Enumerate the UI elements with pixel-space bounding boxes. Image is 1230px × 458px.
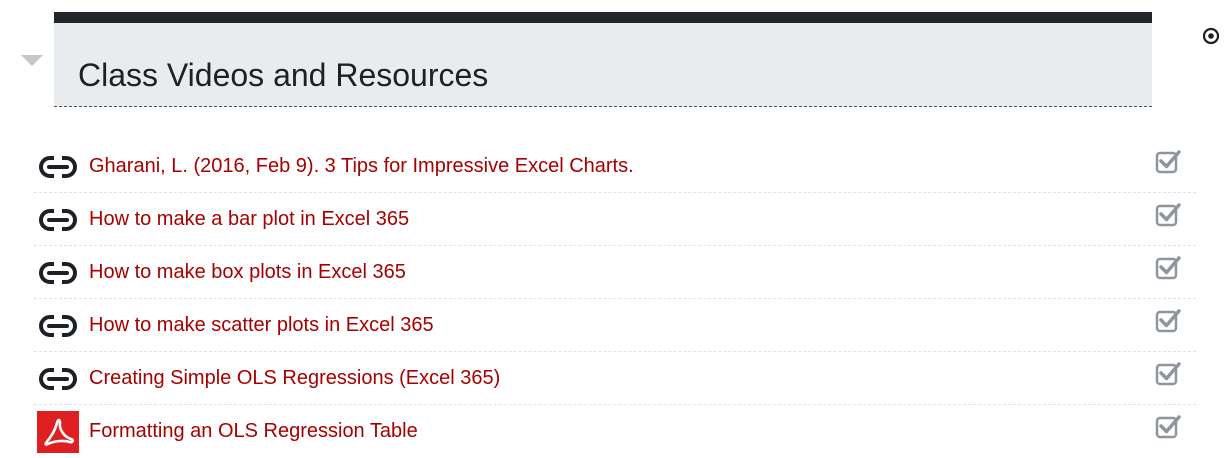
activity-link[interactable]: Formatting an OLS Regression Table <box>89 419 418 443</box>
completion-check-icon[interactable] <box>1154 147 1182 175</box>
link-icon <box>39 155 77 179</box>
completion-check-icon[interactable] <box>1154 200 1182 228</box>
pdf-icon <box>37 411 79 453</box>
activity-item: How to make box plots in Excel 365 <box>34 246 1196 299</box>
activity-item: How to make scatter plots in Excel 365 <box>34 299 1196 352</box>
target-icon[interactable] <box>1202 27 1220 45</box>
completion-check-icon[interactable] <box>1154 253 1182 281</box>
activity-link[interactable]: Creating Simple OLS Regressions (Excel 3… <box>89 366 500 390</box>
activity-item: Gharani, L. (2016, Feb 9). 3 Tips for Im… <box>34 140 1196 193</box>
completion-check-icon[interactable] <box>1154 306 1182 334</box>
activity-link[interactable]: Gharani, L. (2016, Feb 9). 3 Tips for Im… <box>89 154 634 178</box>
link-icon <box>39 261 77 285</box>
activity-item: Formatting an OLS Regression Table <box>34 405 1196 458</box>
completion-check-icon[interactable] <box>1154 359 1182 387</box>
link-icon <box>39 367 77 391</box>
activity-item: How to make a bar plot in Excel 365 <box>34 193 1196 246</box>
section-title: Class Videos and Resources <box>78 57 489 93</box>
collapse-toggle-icon[interactable] <box>21 55 43 66</box>
section-header: Class Videos and Resources <box>54 12 1152 107</box>
activity-link[interactable]: How to make a bar plot in Excel 365 <box>89 207 409 231</box>
activity-item: Creating Simple OLS Regressions (Excel 3… <box>34 352 1196 405</box>
activity-list: Gharani, L. (2016, Feb 9). 3 Tips for Im… <box>34 140 1196 458</box>
activity-link[interactable]: How to make scatter plots in Excel 365 <box>89 313 434 337</box>
completion-check-icon[interactable] <box>1154 412 1182 440</box>
activity-link[interactable]: How to make box plots in Excel 365 <box>89 260 406 284</box>
link-icon <box>39 314 77 338</box>
link-icon <box>39 208 77 232</box>
